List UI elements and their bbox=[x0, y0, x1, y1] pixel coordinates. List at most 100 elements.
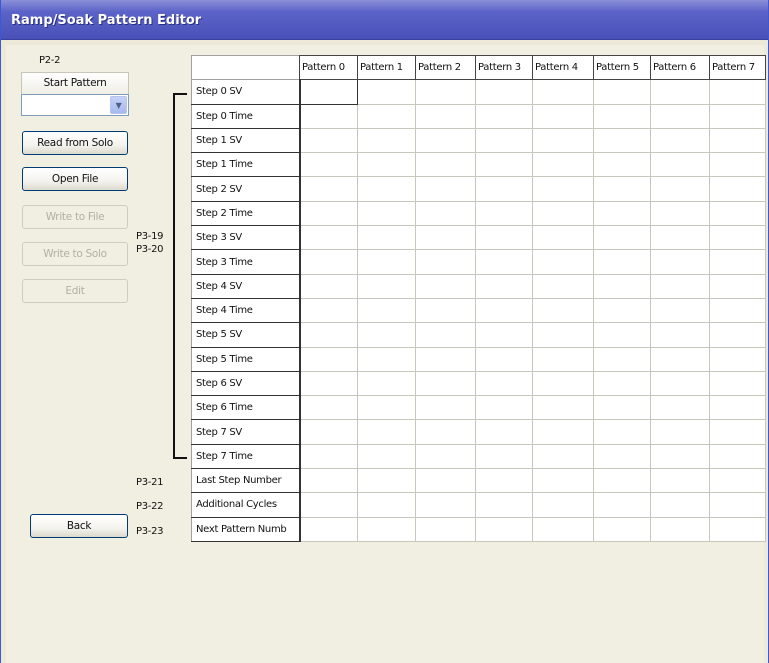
grid-cell[interactable] bbox=[532, 395, 594, 421]
grid-cell[interactable] bbox=[532, 297, 594, 324]
grid-cell[interactable] bbox=[475, 273, 533, 299]
grid-cell[interactable] bbox=[415, 395, 476, 421]
grid-cell[interactable] bbox=[593, 492, 651, 518]
grid-cell[interactable] bbox=[415, 249, 476, 275]
grid-cell[interactable] bbox=[475, 127, 533, 154]
grid-cell[interactable] bbox=[357, 492, 416, 518]
grid-cell[interactable] bbox=[593, 200, 651, 227]
back-button[interactable]: Back bbox=[30, 514, 128, 538]
grid-cell[interactable] bbox=[709, 176, 766, 202]
grid-cell[interactable] bbox=[532, 419, 594, 445]
grid-cell[interactable] bbox=[475, 516, 533, 542]
grid-cell[interactable] bbox=[299, 492, 358, 518]
grid-cell[interactable] bbox=[357, 127, 416, 154]
grid-cell[interactable] bbox=[709, 225, 766, 251]
grid-cell[interactable] bbox=[532, 176, 594, 202]
grid-cell[interactable] bbox=[709, 127, 766, 154]
grid-cell[interactable] bbox=[475, 322, 533, 348]
grid-cell[interactable] bbox=[357, 249, 416, 275]
grid-cell[interactable] bbox=[593, 468, 651, 494]
grid-cell[interactable] bbox=[415, 419, 476, 445]
grid-cell[interactable] bbox=[709, 346, 766, 372]
grid-cell[interactable] bbox=[709, 419, 766, 445]
grid-cell[interactable] bbox=[532, 225, 594, 251]
grid-cell[interactable] bbox=[357, 468, 416, 494]
grid-cell[interactable] bbox=[415, 516, 476, 542]
grid-cell[interactable] bbox=[299, 152, 358, 178]
grid-cell[interactable] bbox=[475, 370, 533, 397]
grid-cell[interactable] bbox=[709, 468, 766, 494]
grid-cell[interactable] bbox=[415, 103, 476, 129]
grid-cell[interactable] bbox=[593, 297, 651, 324]
grid-cell[interactable] bbox=[709, 103, 766, 129]
grid-cell[interactable] bbox=[593, 79, 651, 105]
grid-cell[interactable] bbox=[593, 127, 651, 154]
grid-cell[interactable] bbox=[709, 370, 766, 397]
grid-cell[interactable] bbox=[650, 273, 710, 299]
grid-cell[interactable] bbox=[415, 176, 476, 202]
grid-cell[interactable] bbox=[593, 516, 651, 542]
grid-cell[interactable] bbox=[357, 200, 416, 227]
grid-cell[interactable] bbox=[299, 419, 358, 445]
grid-cell[interactable] bbox=[593, 152, 651, 178]
grid-cell[interactable] bbox=[593, 103, 651, 129]
grid-cell[interactable] bbox=[299, 200, 358, 227]
grid-cell[interactable] bbox=[709, 516, 766, 542]
grid-cell[interactable] bbox=[532, 273, 594, 299]
grid-cell[interactable] bbox=[650, 152, 710, 178]
grid-cell[interactable] bbox=[709, 395, 766, 421]
write-to-file-button[interactable]: Write to File bbox=[22, 205, 128, 229]
grid-cell[interactable] bbox=[650, 176, 710, 202]
grid-cell[interactable] bbox=[475, 249, 533, 275]
grid-cell[interactable] bbox=[593, 443, 651, 470]
grid-cell[interactable] bbox=[532, 443, 594, 470]
grid-cell[interactable] bbox=[532, 200, 594, 227]
grid-cell[interactable] bbox=[709, 443, 766, 470]
grid-cell[interactable] bbox=[650, 200, 710, 227]
grid-cell[interactable] bbox=[475, 225, 533, 251]
grid-cell[interactable] bbox=[299, 103, 358, 129]
grid-cell[interactable] bbox=[357, 79, 416, 105]
grid-cell[interactable] bbox=[415, 346, 476, 372]
grid-cell[interactable] bbox=[532, 516, 594, 542]
chevron-down-icon[interactable]: ▼ bbox=[110, 96, 127, 114]
grid-cell[interactable] bbox=[415, 492, 476, 518]
grid-cell[interactable] bbox=[415, 370, 476, 397]
grid-cell[interactable] bbox=[475, 297, 533, 324]
grid-cell[interactable] bbox=[475, 176, 533, 202]
grid-cell[interactable] bbox=[299, 225, 358, 251]
grid-cell[interactable] bbox=[299, 127, 358, 154]
grid-cell[interactable] bbox=[357, 103, 416, 129]
grid-cell[interactable] bbox=[650, 492, 710, 518]
grid-cell[interactable] bbox=[650, 103, 710, 129]
grid-cell[interactable] bbox=[299, 273, 358, 299]
grid-cell[interactable] bbox=[357, 225, 416, 251]
grid-cell[interactable] bbox=[357, 152, 416, 178]
grid-cell[interactable] bbox=[593, 370, 651, 397]
grid-cell[interactable] bbox=[709, 273, 766, 299]
grid-cell[interactable] bbox=[709, 492, 766, 518]
grid-cell[interactable] bbox=[532, 468, 594, 494]
grid-cell[interactable] bbox=[357, 395, 416, 421]
grid-cell[interactable] bbox=[532, 127, 594, 154]
grid-cell[interactable] bbox=[357, 516, 416, 542]
grid-cell[interactable] bbox=[357, 419, 416, 445]
grid-cell[interactable] bbox=[357, 346, 416, 372]
grid-cell[interactable] bbox=[475, 443, 533, 470]
write-to-solo-button[interactable]: Write to Solo bbox=[22, 242, 128, 266]
grid-cell[interactable] bbox=[357, 322, 416, 348]
grid-cell[interactable] bbox=[299, 395, 358, 421]
grid-cell[interactable] bbox=[415, 127, 476, 154]
grid-cell[interactable] bbox=[475, 346, 533, 372]
grid-cell[interactable] bbox=[650, 395, 710, 421]
read-from-solo-button[interactable]: Read from Solo bbox=[22, 131, 128, 155]
grid-cell[interactable] bbox=[415, 443, 476, 470]
grid-cell[interactable] bbox=[415, 200, 476, 227]
grid-cell[interactable] bbox=[299, 79, 358, 105]
grid-cell[interactable] bbox=[475, 103, 533, 129]
grid-cell[interactable] bbox=[709, 200, 766, 227]
grid-cell[interactable] bbox=[650, 370, 710, 397]
grid-cell[interactable] bbox=[415, 273, 476, 299]
grid-cell[interactable] bbox=[532, 152, 594, 178]
grid-cell[interactable] bbox=[475, 79, 533, 105]
